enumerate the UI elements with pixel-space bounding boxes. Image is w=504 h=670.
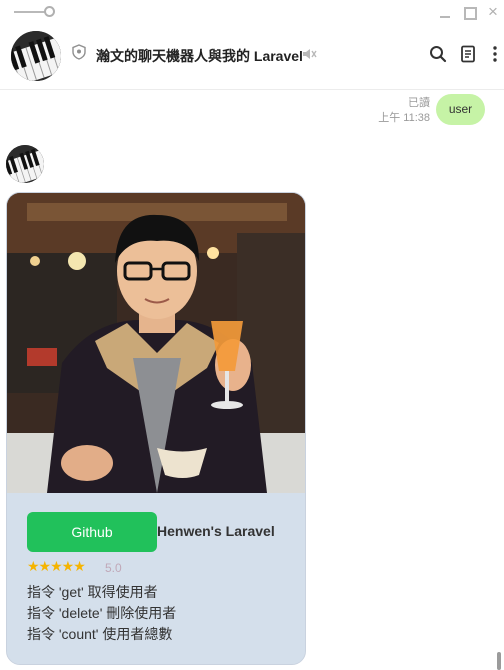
chat-header: 瀚文的聊天機器人與我的 Laravel — [0, 26, 504, 90]
command-delete-text: 指令 'delete' 刪除使用者 — [27, 605, 177, 621]
minimize-button[interactable] — [437, 4, 453, 20]
notes-icon[interactable] — [458, 44, 478, 64]
search-icon[interactable] — [428, 44, 448, 64]
chat-avatar[interactable] — [11, 31, 61, 81]
more-icon[interactable] — [485, 44, 504, 64]
chat-window: × 瀚文的聊天機器人與我的 Laravel 已讀 上午 11:38 user G… — [0, 0, 504, 670]
opacity-slider-track[interactable] — [14, 11, 48, 13]
maximize-button[interactable] — [461, 4, 477, 20]
message-meta: 已讀 上午 11:38 — [378, 96, 430, 126]
command-get-text: 指令 'get' 取得使用者 — [27, 584, 158, 600]
mute-icon — [303, 49, 317, 59]
opacity-slider-knob[interactable] — [44, 6, 55, 17]
piano-avatar-image — [11, 31, 61, 81]
shield-icon — [72, 44, 86, 60]
card-title: Henwen's Laravel — [157, 523, 275, 539]
rating-value: 5.0 — [105, 561, 122, 575]
window-bar: × — [0, 0, 504, 26]
close-button[interactable]: × — [485, 3, 501, 20]
chat-title: 瀚文的聊天機器人與我的 Laravel — [96, 48, 303, 64]
user-message-bubble[interactable]: user — [436, 94, 485, 125]
github-button[interactable]: Github — [27, 512, 157, 552]
command-count-text: 指令 'count' 使用者總數 — [27, 626, 173, 642]
read-status: 已讀 — [408, 97, 430, 109]
piano-avatar-image — [6, 145, 44, 183]
flex-message-card: Github Henwen's Laravel ★★★★★ 5.0 指令 'ge… — [6, 192, 306, 665]
bot-avatar[interactable] — [6, 145, 44, 183]
scrollbar-thumb[interactable] — [497, 652, 501, 670]
card-body: Github Henwen's Laravel ★★★★★ 5.0 指令 'ge… — [7, 493, 305, 664]
message-time: 上午 11:38 — [378, 112, 430, 124]
rating-stars: ★★★★★ — [27, 558, 86, 574]
card-hero-image[interactable] — [7, 193, 306, 493]
